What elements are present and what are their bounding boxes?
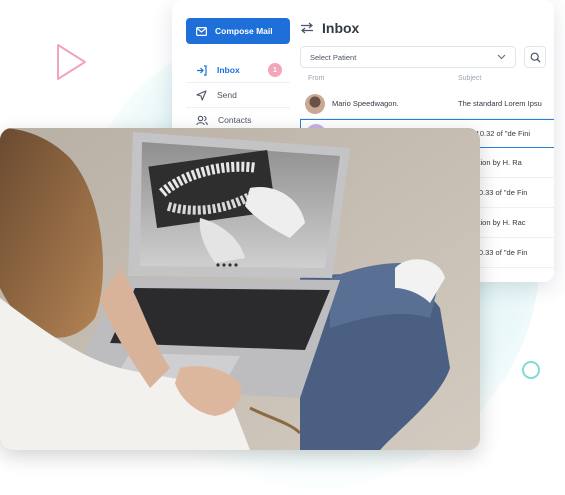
inbox-header: Inbox xyxy=(300,14,554,42)
laptop-scene-illustration xyxy=(0,128,480,450)
sidebar-nav: Inbox 1 Send Contacts xyxy=(186,58,290,133)
sidebar: Compose Mail Inbox 1 Send Contacts xyxy=(186,18,290,133)
page-title: Inbox xyxy=(322,20,360,36)
chevron-down-icon xyxy=(497,54,506,60)
sidebar-item-label: Inbox xyxy=(217,65,240,75)
circle-decoration xyxy=(522,361,540,379)
contacts-icon xyxy=(196,115,208,125)
column-header-from: From xyxy=(308,75,325,82)
table-header: From Subject xyxy=(300,75,554,87)
inbox-icon xyxy=(197,64,207,76)
select-patient-placeholder: Select Patient xyxy=(310,52,357,62)
select-patient-dropdown[interactable]: Select Patient xyxy=(300,46,516,68)
filter-row: Select Patient xyxy=(300,46,554,68)
sidebar-item-send[interactable]: Send xyxy=(186,83,290,108)
sidebar-item-label: Contacts xyxy=(218,115,252,125)
send-icon xyxy=(196,89,207,101)
column-header-subject: Subject xyxy=(458,75,482,82)
search-icon xyxy=(530,52,540,62)
mail-icon xyxy=(196,26,207,36)
compose-mail-label: Compose Mail xyxy=(215,26,273,36)
sidebar-item-inbox[interactable]: Inbox 1 xyxy=(186,58,290,83)
message-subject: The standard Lorem Ipsu xyxy=(458,99,542,108)
sidebar-item-label: Send xyxy=(217,90,237,100)
compose-mail-button[interactable]: Compose Mail xyxy=(186,18,290,44)
message-row[interactable]: Mario Speedwagon. The standard Lorem Ips… xyxy=(300,89,554,119)
triangle-decoration xyxy=(57,44,86,80)
avatar xyxy=(305,93,325,114)
message-sender: Mario Speedwagon. xyxy=(332,99,399,108)
swap-icon[interactable] xyxy=(300,22,314,34)
search-button[interactable] xyxy=(524,46,546,68)
laptop-photo xyxy=(0,128,480,450)
unread-count-badge: 1 xyxy=(268,63,282,77)
